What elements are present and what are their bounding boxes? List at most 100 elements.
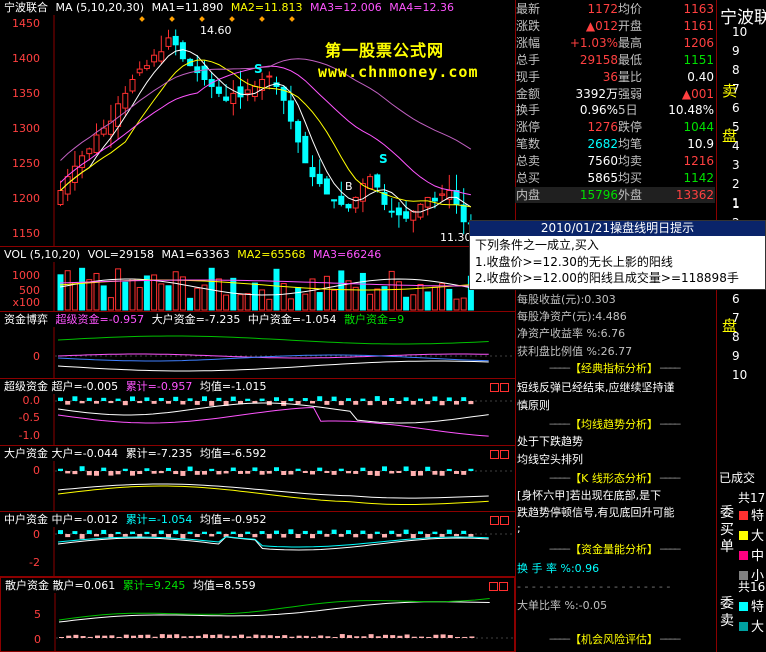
bar (281, 471, 287, 475)
bar (231, 635, 237, 638)
quote-value: 3392万 (575, 86, 618, 101)
bar (446, 468, 452, 471)
volume-bar (115, 268, 122, 311)
bar (454, 471, 459, 474)
bar (210, 634, 216, 638)
volume-bar (244, 293, 251, 311)
quote-value: 7560 (587, 154, 618, 169)
fund-panel[interactable]: 资金博弈 超级资金=-0.957 大户资金=-7.235 中户资金=-1.054… (0, 312, 515, 378)
kline-panel[interactable]: 宁波联合 MA (5,10,20,30) MA1=11.890 MA2=11.8… (0, 0, 515, 246)
quote-row: 总买 5865 均买 1142 (515, 170, 715, 186)
candle-body (367, 176, 374, 190)
candle-body (309, 167, 316, 178)
bar (403, 466, 409, 471)
bar (288, 398, 294, 401)
quote-label: 涨停 (516, 120, 541, 135)
level-number: 8 (732, 63, 740, 77)
candle-body (316, 173, 323, 185)
bar (73, 634, 79, 638)
bar (238, 534, 243, 537)
bar (325, 636, 331, 638)
candle-body (410, 210, 417, 221)
high-label: 14.60 (200, 24, 232, 37)
bar (245, 398, 251, 401)
order-book-strip[interactable]: 宁波联 10987654321 卖 盘 盘 12345678910 已成交 共1… (716, 0, 766, 652)
bar (403, 397, 409, 401)
candle-body (129, 79, 136, 92)
volume-bar (86, 279, 93, 311)
quote-value: 1172 (587, 2, 618, 16)
bar (425, 401, 431, 405)
big-panel[interactable]: 大户资金 大户=-0.044 累计=-7.235 均值=-6.592 0 (0, 446, 515, 511)
marker-dot (289, 16, 295, 22)
bar (108, 401, 114, 404)
volume-bar (309, 278, 316, 311)
super-panel[interactable]: 超级资金 超户=-0.005 累计=-0.957 均值=-1.015 0.0 -… (0, 379, 515, 445)
small-panel[interactable]: 散户资金 散户=0.061 累计=9.245 均值=8.559 5 0 (0, 577, 515, 652)
order-type: 大 (739, 616, 764, 635)
bar (389, 530, 395, 534)
volume-bar (287, 298, 294, 311)
big-avg-line (57, 483, 489, 499)
bar (130, 396, 135, 401)
candle-body (151, 54, 158, 63)
bar (346, 398, 351, 401)
bar (374, 396, 380, 401)
bar (230, 531, 236, 534)
bar (194, 471, 200, 475)
volume-bar (187, 297, 194, 311)
bar (461, 530, 467, 534)
bar (65, 471, 71, 474)
marker-dot (229, 16, 235, 22)
bar (159, 634, 165, 638)
buy-label: 委买单 (720, 505, 734, 555)
bar (317, 530, 323, 534)
quote-value: 0.40 (687, 69, 714, 84)
bar (173, 530, 179, 534)
quote-row: 内盘 15796 外盘 13362 (515, 186, 715, 203)
bar (461, 471, 467, 475)
candle-body (338, 195, 345, 205)
bar (302, 398, 308, 401)
mid-panel[interactable]: 中户资金 中户=-0.012 累计=-1.054 均值=-0.952 0 -2 (0, 512, 515, 576)
volume-bar (215, 278, 222, 311)
bar (419, 636, 424, 638)
bar (324, 534, 330, 537)
bar (368, 634, 374, 638)
quote-value: 29158 (579, 52, 618, 67)
bar (310, 471, 315, 475)
candle-body (403, 211, 410, 219)
analysis-panel[interactable]: 每股收益(元):0.303 每股净资产(元):4.486 净资产收益率 %:6.… (515, 290, 715, 652)
quote-label: 最低 (618, 52, 643, 67)
quote-row: 换手 0.96% 5日 10.48% (515, 102, 715, 118)
quote-label: 金额 (516, 86, 541, 101)
bar (79, 534, 85, 539)
order-type-label: 特 (751, 600, 765, 615)
level-number: 1 (732, 197, 740, 211)
level-number: 9 (732, 44, 740, 58)
legend-swatch (739, 551, 748, 560)
bar (260, 635, 266, 638)
bar (332, 636, 338, 638)
bar (404, 634, 410, 638)
volume-panel[interactable]: VOL (5,10,20) VOL=29158 MA1=63363 MA2=65… (0, 247, 515, 311)
bar (338, 468, 344, 471)
big-order-ratio: 大单比率 %:-0.05 (517, 599, 608, 612)
volume-bar (410, 294, 417, 311)
candle-body (439, 193, 446, 196)
bar (145, 634, 151, 638)
bar (72, 531, 78, 534)
bar (324, 401, 330, 405)
bar (194, 401, 200, 405)
quote-label: 开盘 (618, 18, 643, 33)
bar (267, 635, 273, 638)
volume-bar (158, 283, 165, 311)
bar (79, 401, 85, 404)
candle-body (237, 86, 244, 98)
bar (195, 635, 201, 638)
bar (252, 467, 258, 471)
candle-body (57, 190, 64, 206)
candle-body (215, 86, 222, 94)
low-label: 11.30 (440, 231, 472, 244)
bar (274, 397, 279, 401)
